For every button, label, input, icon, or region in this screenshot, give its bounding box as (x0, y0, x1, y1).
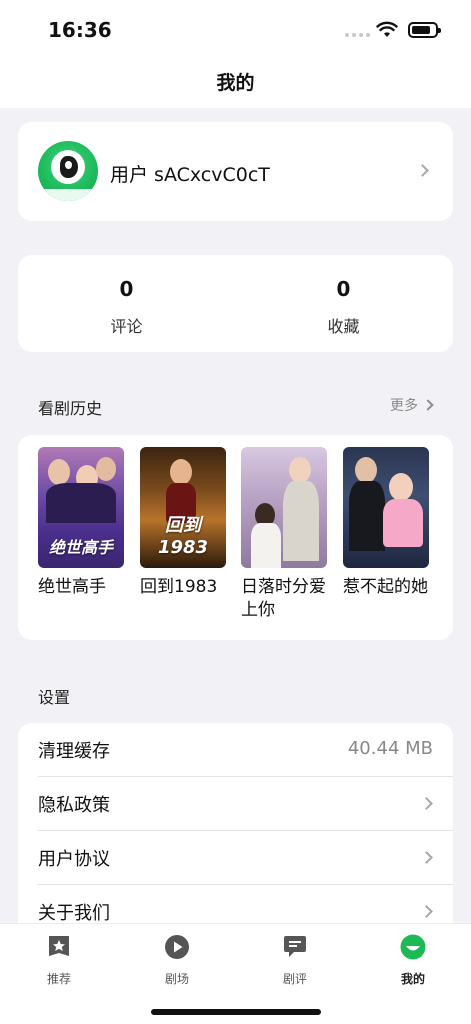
comments-label: 评论 (110, 317, 143, 336)
battery-icon (408, 22, 441, 38)
stat-comments[interactable]: 0 评论 (18, 255, 235, 337)
chevron-right-icon (416, 164, 429, 177)
history-section-title: 看剧历史 (38, 399, 103, 418)
more-label: 更多 (390, 398, 418, 414)
comments-count: 0 (119, 277, 134, 301)
show-title: 惹不起的她 (343, 577, 428, 597)
history-card: 绝世高手 绝世高手 回到1983 回到1983 日落时分爱上你 惹不起的她 (18, 435, 453, 640)
settings-row-clear-cache[interactable]: 清理缓存 40.44 MB (18, 723, 453, 777)
poster-image: 回到1983 (140, 447, 226, 568)
status-time: 16:36 (48, 18, 112, 42)
poster-title: 回到1983 (157, 515, 209, 558)
chat-bubble-icon (284, 936, 306, 957)
signal-dots-icon (345, 33, 370, 37)
status-bar: 16:36 (0, 0, 471, 60)
settings-section-title: 设置 (38, 688, 71, 707)
tab-theater[interactable]: 剧场 (118, 934, 236, 987)
favorites-count: 0 (336, 277, 351, 301)
tab-label: 剧场 (164, 972, 189, 986)
wifi-icon (376, 21, 398, 37)
page-title: 我的 (216, 72, 255, 94)
show-title: 绝世高手 (38, 577, 106, 597)
stat-favorites[interactable]: 0 收藏 (235, 255, 452, 337)
avatar (38, 141, 98, 201)
username: 用户 sACxcvC0cT (110, 164, 270, 186)
profile-face-icon (400, 934, 426, 960)
tab-label: 剧评 (282, 972, 307, 986)
settings-row-terms[interactable]: 用户协议 (18, 831, 453, 885)
history-item[interactable]: 惹不起的她 (343, 447, 429, 599)
show-title: 回到1983 (140, 577, 218, 597)
row-label: 清理缓存 (38, 741, 110, 762)
nav-bar: 我的 (0, 60, 471, 108)
chevron-right-icon (422, 399, 434, 411)
tab-label: 推荐 (46, 972, 71, 986)
settings-row-privacy[interactable]: 隐私政策 (18, 777, 453, 831)
history-item[interactable]: 绝世高手 绝世高手 (38, 447, 124, 599)
history-item[interactable]: 日落时分爱上你 (241, 447, 327, 622)
row-label: 用户协议 (38, 849, 110, 870)
show-title: 日落时分爱上你 (241, 577, 326, 620)
home-indicator (151, 1009, 321, 1015)
poster-image (241, 447, 327, 568)
settings-card: 清理缓存 40.44 MB 隐私政策 用户协议 关于我们 (18, 723, 453, 933)
chevron-right-icon (420, 851, 433, 864)
tab-reviews[interactable]: 剧评 (236, 934, 354, 987)
poster-image (343, 447, 429, 568)
tab-mine[interactable]: 我的 (354, 934, 471, 987)
row-label: 隐私政策 (38, 795, 110, 816)
tab-label: 我的 (400, 972, 425, 986)
poster-image: 绝世高手 (38, 447, 124, 568)
star-badge-icon (49, 936, 69, 956)
tab-recommend[interactable]: 推荐 (0, 934, 118, 987)
history-more-link[interactable]: 更多 (390, 395, 434, 415)
poster-title: 绝世高手 (48, 538, 113, 557)
chevron-right-icon (420, 797, 433, 810)
chevron-right-icon (420, 905, 433, 918)
cache-size: 40.44 MB (347, 738, 433, 759)
history-item[interactable]: 回到1983 回到1983 (140, 447, 226, 599)
row-label: 关于我们 (38, 903, 110, 924)
favorites-label: 收藏 (327, 317, 360, 336)
profile-card[interactable]: 用户 sACxcvC0cT (18, 122, 453, 221)
play-circle-icon (165, 935, 189, 959)
stats-card: 0 评论 0 收藏 (18, 255, 453, 352)
